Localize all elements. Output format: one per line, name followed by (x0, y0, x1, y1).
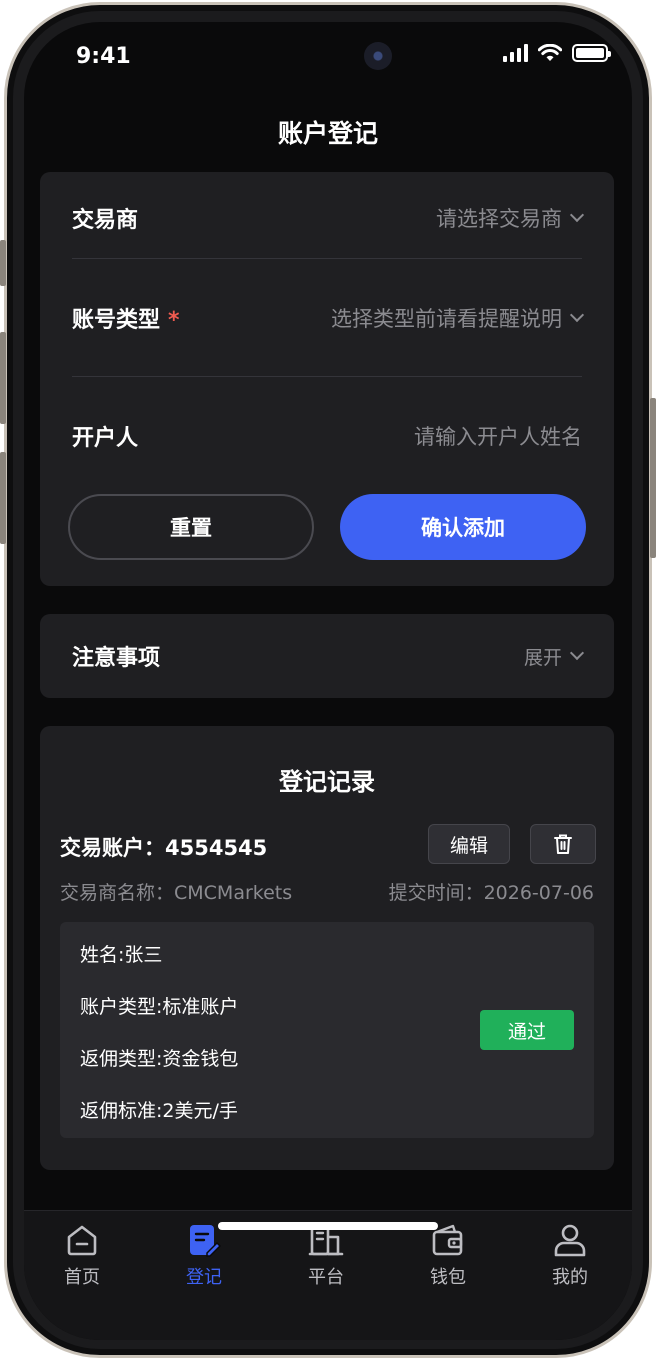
record-account-number: 4554545 (165, 836, 268, 860)
side-button-volume-up (0, 332, 6, 424)
required-mark: * (168, 308, 180, 333)
tab-platform[interactable]: 平台 (276, 1223, 376, 1289)
account-type-select[interactable]: 账号类型 * 选择类型前请看提醒说明 (72, 300, 585, 336)
trash-icon (554, 834, 572, 854)
profile-icon (554, 1224, 586, 1257)
holder-label: 开户人 (72, 426, 139, 451)
confirm-add-button[interactable]: 确认添加 (340, 494, 586, 560)
screen: 9:41 账户登记 交易商 请选择交易商 账号类型 * 选择类型前请看提醒说明 … (24, 22, 632, 1340)
battery-icon (572, 44, 611, 62)
status-badge: 通过 (480, 1010, 574, 1050)
divider (72, 376, 582, 377)
record-name: 姓名:张三 (80, 944, 163, 966)
status-time: 9:41 (76, 44, 131, 69)
record-broker-name: 交易商名称：CMCMarkets (60, 882, 293, 904)
tab-label: 平台 (308, 1267, 344, 1288)
notice-label: 注意事项 (72, 646, 161, 671)
home-indicator[interactable] (218, 1222, 438, 1230)
broker-select[interactable]: 交易商 请选择交易商 (72, 200, 585, 236)
side-button-volume-down (0, 452, 6, 544)
tab-label: 登记 (186, 1267, 222, 1288)
wifi-icon (538, 44, 562, 61)
page-title: 账户登记 (277, 119, 378, 148)
camera-icon (364, 42, 392, 70)
signal-icon (503, 44, 528, 62)
tab-register[interactable]: 登记 (154, 1223, 254, 1289)
edit-button[interactable]: 编辑 (428, 824, 510, 864)
tab-label: 钱包 (430, 1267, 466, 1288)
register-icon (190, 1225, 221, 1257)
record-meta: 交易商名称：CMCMarkets 提交时间：2026-07-06 (60, 878, 594, 905)
record-account: 交易账户：4554545 (60, 832, 267, 862)
records-title: 登记记录 (279, 768, 375, 796)
broker-placeholder: 请选择交易商 (436, 207, 562, 231)
registration-form: 交易商 请选择交易商 账号类型 * 选择类型前请看提醒说明 开户人 请输入开户人姓… (40, 172, 614, 586)
holder-field[interactable]: 开户人 请输入开户人姓名 (72, 418, 582, 454)
divider (72, 258, 582, 259)
notice-section[interactable]: 注意事项 展开 (40, 614, 614, 698)
record-rebate-type: 返佣类型:资金钱包 (80, 1048, 239, 1070)
holder-input[interactable]: 请输入开户人姓名 (414, 421, 582, 451)
chevron-down-icon (569, 207, 585, 223)
record-account-label: 交易账户： (60, 836, 165, 860)
tab-label: 我的 (552, 1267, 588, 1288)
broker-label: 交易商 (72, 208, 139, 233)
home-icon (67, 1225, 97, 1256)
account-type-label: 账号类型 (72, 308, 161, 333)
notice-expand-toggle[interactable]: 展开 (524, 643, 562, 670)
tab-profile[interactable]: 我的 (520, 1223, 620, 1289)
records-section: 登记记录 交易账户：4554545 编辑 交易商名称：CMCMarkets 提交… (40, 726, 614, 1170)
status-icons (503, 44, 611, 62)
chevron-down-icon (569, 645, 585, 661)
delete-button[interactable] (530, 824, 596, 864)
record-submit-time: 提交时间：2026-07-06 (388, 882, 594, 904)
tab-label: 首页 (64, 1267, 100, 1288)
record-account-type: 账户类型:标准账户 (80, 996, 239, 1018)
chevron-down-icon (569, 307, 585, 323)
record-rebate-standard: 返佣标准:2美元/手 (80, 1100, 238, 1122)
side-button-mute (0, 240, 6, 286)
reset-button[interactable]: 重置 (68, 494, 314, 560)
side-button-power (650, 398, 656, 558)
tab-wallet[interactable]: 钱包 (398, 1223, 498, 1289)
tab-home[interactable]: 首页 (32, 1223, 132, 1289)
record-detail: 姓名:张三 账户类型:标准账户 返佣类型:资金钱包 返佣标准:2美元/手 通过 (60, 922, 594, 1138)
account-type-placeholder: 选择类型前请看提醒说明 (331, 307, 562, 331)
